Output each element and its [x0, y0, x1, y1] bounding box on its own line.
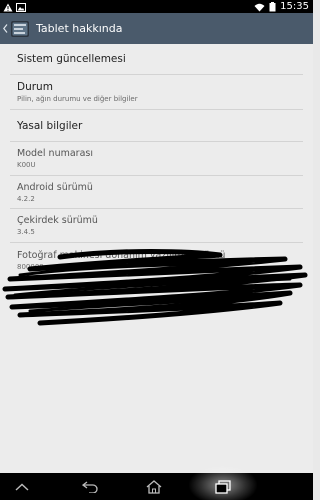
item-title: Durum — [17, 81, 53, 93]
settings-list: Sistem güncellemesi Durum Pilin, ağın du… — [0, 44, 313, 277]
item-title: Çekirdek sürümü — [17, 215, 98, 226]
list-item-legal-info[interactable]: Yasal bilgiler — [10, 110, 303, 142]
item-subtitle: Pilin, ağın durumu ve diğer bilgiler — [17, 95, 138, 103]
item-title: Android sürümü — [17, 181, 93, 193]
list-item-android-version[interactable]: Android sürümü 4.2.2 — [10, 176, 303, 209]
redaction-scribble — [2, 249, 308, 326]
list-item-model-number[interactable]: Model numarası K00U — [10, 142, 303, 176]
chevron-left-icon[interactable] — [2, 13, 8, 44]
clock: 15:35 — [280, 1, 309, 12]
item-title: Yasal bilgiler — [17, 119, 83, 132]
list-item-system-update[interactable]: Sistem güncellemesi — [10, 44, 303, 75]
navigation-bar — [0, 465, 313, 500]
item-subtitle: K00U — [17, 161, 36, 169]
list-item-status[interactable]: Durum Pilin, ağın durumu ve diğer bilgil… — [10, 75, 303, 110]
action-bar: Tablet hakkında — [0, 13, 313, 44]
page-title: Tablet hakkında — [36, 22, 123, 35]
up-chevron-icon[interactable] — [2, 473, 42, 500]
settings-app-icon[interactable] — [10, 19, 30, 39]
recent-apps-icon[interactable] — [203, 473, 243, 500]
status-bar: 15:35 — [0, 0, 313, 13]
item-subtitle: 4.2.2 — [17, 194, 35, 203]
list-item-kernel-version[interactable]: Çekirdek sürümü 3.4.5 — [10, 209, 303, 243]
item-title: Model numarası — [17, 148, 93, 159]
home-icon[interactable] — [134, 473, 174, 500]
screen: 15:35 Tablet hakkında Sistem güncellemes… — [0, 0, 313, 500]
item-subtitle: 3.4.5 — [17, 228, 35, 236]
item-title: Sistem güncellemesi — [17, 53, 126, 65]
back-icon[interactable] — [70, 473, 110, 500]
